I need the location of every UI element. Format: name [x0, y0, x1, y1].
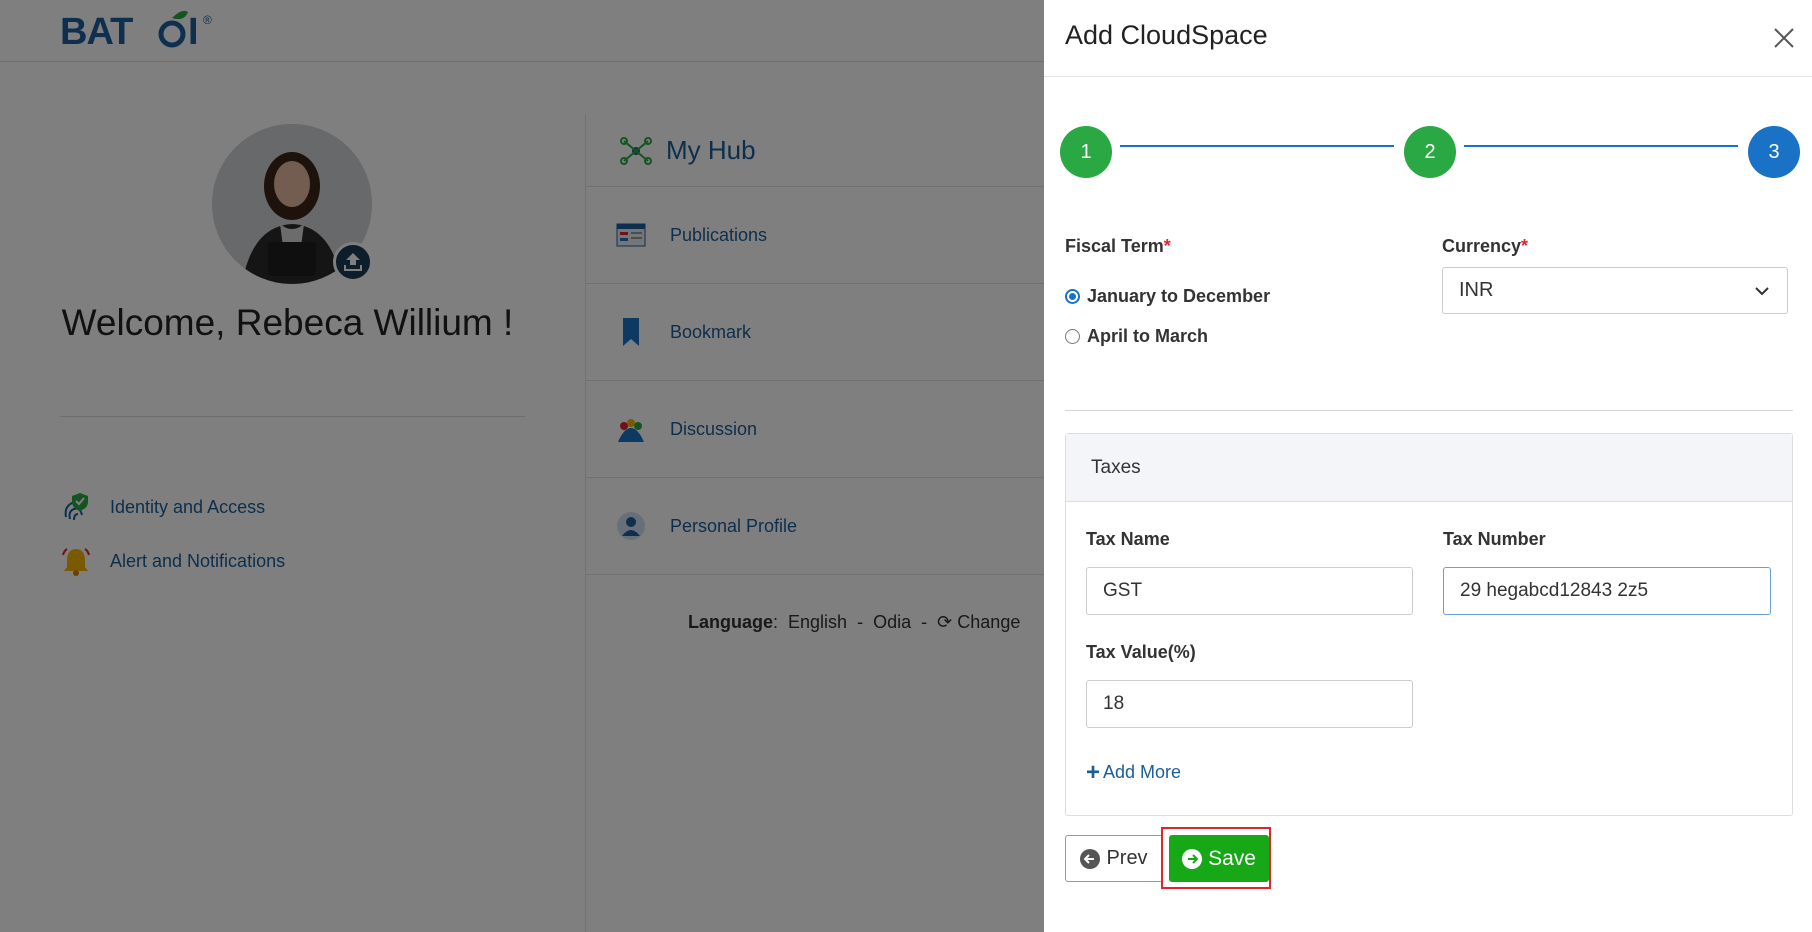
- save-highlight: Save: [1161, 827, 1271, 889]
- currency-label: Currency*: [1442, 236, 1529, 256]
- fiscal-term-label: Fiscal Term*: [1065, 236, 1171, 256]
- save-label: Save: [1208, 846, 1256, 870]
- step-2[interactable]: 2: [1404, 126, 1456, 178]
- tax-value-input[interactable]: 18: [1086, 680, 1413, 728]
- radio-unchecked[interactable]: [1065, 329, 1080, 344]
- tax-number-label: Tax Number: [1443, 529, 1546, 549]
- close-icon: [1774, 28, 1794, 48]
- fiscal-term-option-apr-mar[interactable]: April to March: [1065, 326, 1208, 347]
- step-connector: [1464, 145, 1738, 147]
- fiscal-term-option-label: April to March: [1087, 326, 1209, 346]
- drawer-header: Add CloudSpace: [1044, 0, 1812, 77]
- fiscal-term-option-label: January to December: [1087, 286, 1271, 306]
- chevron-down-icon: [1755, 287, 1769, 296]
- add-more-button[interactable]: + Add More: [1086, 758, 1182, 786]
- save-button[interactable]: Save: [1169, 835, 1269, 882]
- currency-value: INR: [1459, 279, 1494, 301]
- page: BAT I ®: [0, 0, 1812, 932]
- tax-name-input[interactable]: GST: [1086, 567, 1413, 615]
- prev-button[interactable]: Prev: [1065, 835, 1163, 882]
- divider: [1065, 410, 1793, 411]
- taxes-card: Taxes Tax Name GST Tax Number 29 hegabcd…: [1065, 433, 1793, 816]
- tax-name-label: Tax Name: [1086, 529, 1170, 549]
- tax-value-label: Tax Value(%): [1086, 642, 1196, 662]
- add-cloudspace-drawer: Add CloudSpace 1 2 3 Fiscal Term* Januar…: [1044, 0, 1812, 932]
- step-1[interactable]: 1: [1060, 126, 1112, 178]
- add-more-label: Add More: [1103, 762, 1182, 782]
- stepper: 1 2 3: [1060, 126, 1802, 178]
- plus-icon: +: [1086, 758, 1101, 786]
- currency-select[interactable]: INR: [1442, 267, 1788, 314]
- step-connector: [1120, 145, 1394, 147]
- tax-number-input[interactable]: 29 hegabcd12843 2z5: [1443, 567, 1771, 615]
- prev-label: Prev: [1106, 847, 1148, 869]
- arrow-right-icon: [1182, 848, 1203, 869]
- close-button[interactable]: [1766, 20, 1802, 56]
- taxes-header: Taxes: [1066, 434, 1792, 502]
- step-3[interactable]: 3: [1748, 126, 1800, 178]
- fiscal-term-option-jan-dec[interactable]: January to December: [1065, 286, 1270, 307]
- arrow-left-icon: [1080, 848, 1101, 869]
- drawer-title: Add CloudSpace: [1065, 20, 1268, 50]
- radio-checked[interactable]: [1065, 289, 1080, 304]
